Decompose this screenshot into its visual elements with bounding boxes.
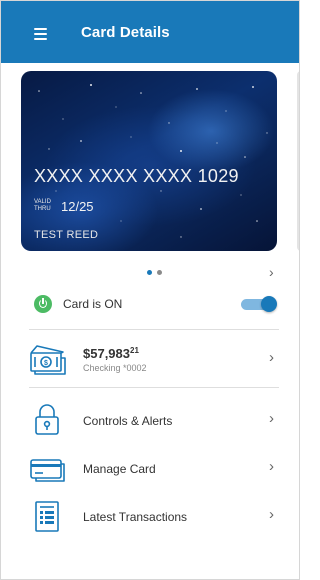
menu-item-label: Manage Card bbox=[83, 462, 156, 476]
chevron-right-icon[interactable]: › bbox=[269, 506, 274, 523]
latest-transactions-row[interactable]: Latest Transactions › bbox=[1, 493, 299, 539]
lock-icon bbox=[35, 404, 59, 435]
document-list-icon bbox=[35, 501, 59, 532]
card-icon bbox=[30, 459, 65, 482]
manage-card-row[interactable]: Manage Card › bbox=[1, 445, 299, 491]
svg-text:$: $ bbox=[44, 360, 48, 367]
menu-item-label: Controls & Alerts bbox=[83, 414, 173, 428]
card-number: XXXX XXXX XXXX 1029 bbox=[34, 166, 239, 186]
card-status-row: Card is ON bbox=[1, 283, 299, 327]
valid-thru-label: VALID THRU bbox=[34, 199, 51, 212]
page-dot-active[interactable] bbox=[147, 270, 152, 275]
chevron-right-icon[interactable]: › bbox=[269, 410, 274, 427]
carousel-pager: › bbox=[1, 264, 299, 281]
chevron-right-icon[interactable]: › bbox=[269, 264, 274, 280]
hamburger-menu-icon[interactable] bbox=[31, 23, 51, 41]
power-icon bbox=[34, 295, 52, 313]
next-card-peek[interactable] bbox=[297, 71, 299, 251]
app-bar: Card Details bbox=[1, 1, 299, 63]
phone-screen: Card Details XXXX XXXX XXXX 1029 VALID T… bbox=[0, 0, 300, 580]
card-expiry: 12/25 bbox=[61, 199, 94, 214]
card-carousel[interactable]: XXXX XXXX XXXX 1029 VALID THRU 12/25 TES… bbox=[1, 63, 299, 259]
card-holder-name: TEST REED bbox=[34, 229, 99, 241]
chevron-right-icon[interactable]: › bbox=[269, 458, 274, 475]
card-on-toggle[interactable] bbox=[241, 296, 277, 312]
toggle-knob bbox=[261, 296, 277, 312]
chevron-right-icon[interactable]: › bbox=[269, 349, 274, 366]
balance-amount: $57,98321 bbox=[83, 346, 139, 361]
controls-alerts-row[interactable]: Controls & Alerts › bbox=[1, 397, 299, 443]
starfield-background bbox=[38, 84, 268, 238]
account-label: Checking *0002 bbox=[83, 363, 147, 373]
page-dot[interactable] bbox=[157, 270, 162, 275]
page-title: Card Details bbox=[81, 24, 170, 41]
divider bbox=[29, 329, 279, 330]
credit-card[interactable]: XXXX XXXX XXXX 1029 VALID THRU 12/25 TES… bbox=[21, 71, 277, 251]
card-status-label: Card is ON bbox=[63, 297, 123, 311]
menu-item-label: Latest Transactions bbox=[83, 510, 188, 524]
divider bbox=[29, 387, 279, 388]
balance-row[interactable]: $ $57,98321 Checking *0002 › bbox=[1, 336, 299, 382]
cash-stack-icon: $ bbox=[30, 345, 66, 375]
